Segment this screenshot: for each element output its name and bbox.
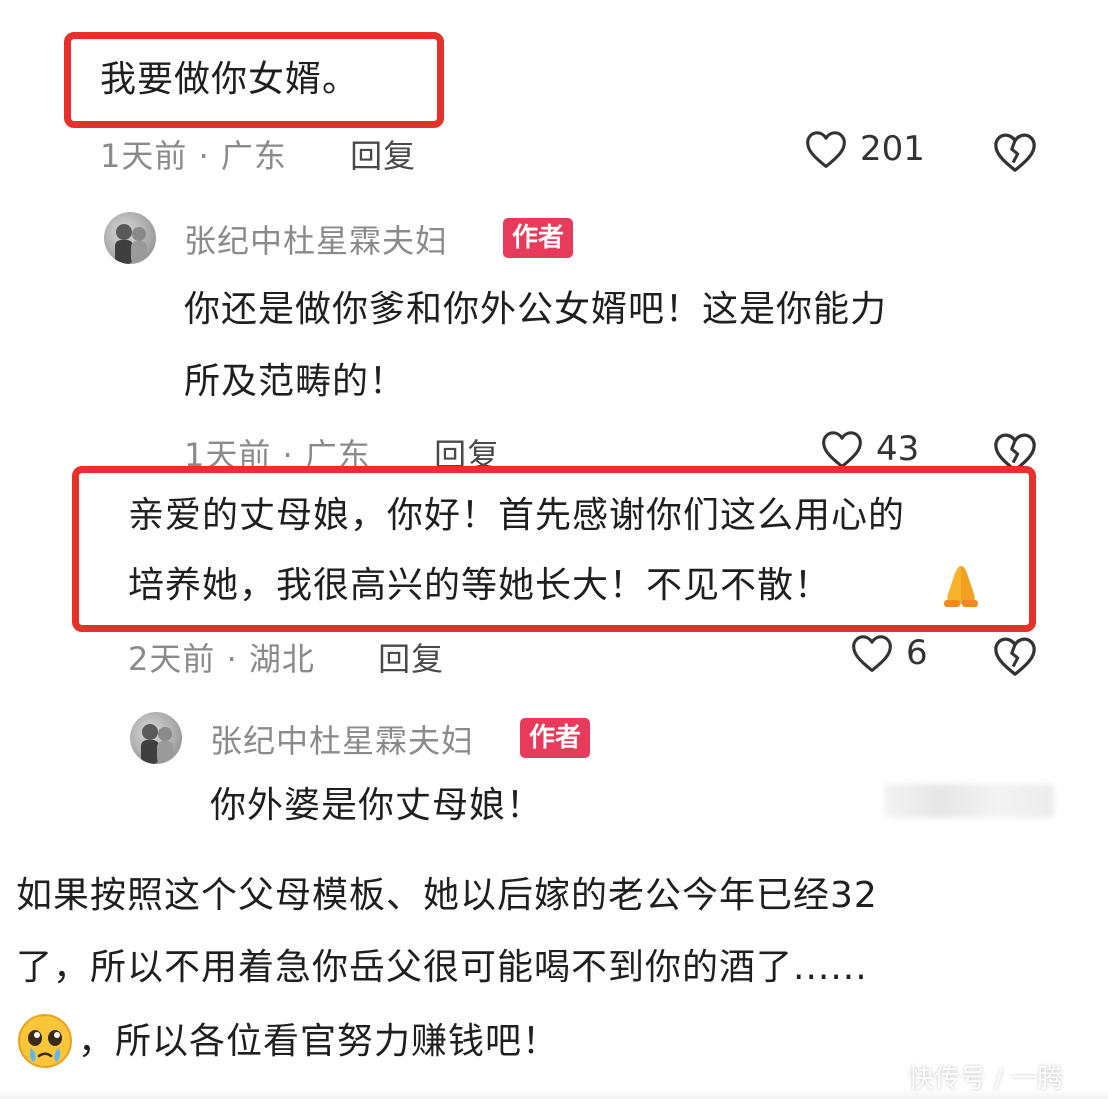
- pleading-face-emoji: [18, 1014, 72, 1068]
- comment-1-reply-button[interactable]: 回复: [350, 137, 416, 175]
- reply-2-text: 你外婆是你丈母娘！: [210, 785, 544, 826]
- avatar[interactable]: [104, 212, 156, 264]
- reply-1-text-line-1: 你还是做你爹和你外公女婿吧！这是你能力: [184, 289, 888, 330]
- comment-2-like-button[interactable]: 6: [850, 632, 928, 674]
- comment-1-meta: 1天前 · 广东 回复: [100, 131, 416, 177]
- broken-heart-icon[interactable]: [992, 634, 1038, 678]
- reply-1-author-name[interactable]: 张纪中杜星霖夫妇: [184, 216, 448, 262]
- comment-1-text: 我要做你女婿。: [100, 59, 360, 100]
- reply-1-text-line-2: 所及范畴的！: [184, 361, 407, 402]
- avatar[interactable]: [130, 712, 182, 764]
- comment-2-like-count: 6: [906, 633, 928, 673]
- comment-1-like-button[interactable]: 201: [804, 128, 925, 170]
- avatar-people-icon: [141, 724, 173, 764]
- comment-1-like-count: 201: [860, 129, 925, 169]
- comment-2-text-line-2: 培养她，我很高兴的等她长大！不见不散！: [128, 565, 832, 606]
- comment-2-text-line-1: 亲爱的丈母娘，你好！首先感谢你们这么用心的: [128, 495, 906, 536]
- author-badge: 作者: [520, 718, 591, 758]
- reply-1-like-button[interactable]: 43: [820, 428, 919, 470]
- avatar-people-icon: [115, 224, 147, 264]
- caption-line-3: ，所以各位看官努力赚钱吧！: [78, 1021, 560, 1062]
- watermark: 快传号 / 一腾: [908, 1064, 1064, 1094]
- heart-outline-icon: [852, 635, 892, 672]
- comment-1-time-location: 1天前 · 广东: [100, 137, 287, 175]
- caption-line-1: 如果按照这个父母模板、她以后嫁的老公今年已经32: [16, 875, 878, 916]
- heart-outline-icon: [806, 131, 846, 168]
- heart-outline-icon: [822, 431, 862, 468]
- reply-1-like-count: 43: [876, 429, 920, 469]
- broken-heart-icon[interactable]: [992, 130, 1038, 174]
- caption-line-2: 了，所以不用着急你岳父很可能喝不到你的酒了......: [16, 947, 868, 988]
- comment-2-meta: 2天前 · 湖北 回复: [128, 634, 444, 680]
- blurred-region: [884, 784, 1054, 818]
- comment-2-time-location: 2天前 · 湖北: [128, 640, 315, 678]
- comment-2-reply-button[interactable]: 回复: [378, 640, 444, 678]
- author-badge: 作者: [503, 218, 574, 258]
- folded-hands-emoji: [944, 566, 978, 607]
- reply-2-author-name[interactable]: 张纪中杜星霖夫妇: [210, 716, 474, 762]
